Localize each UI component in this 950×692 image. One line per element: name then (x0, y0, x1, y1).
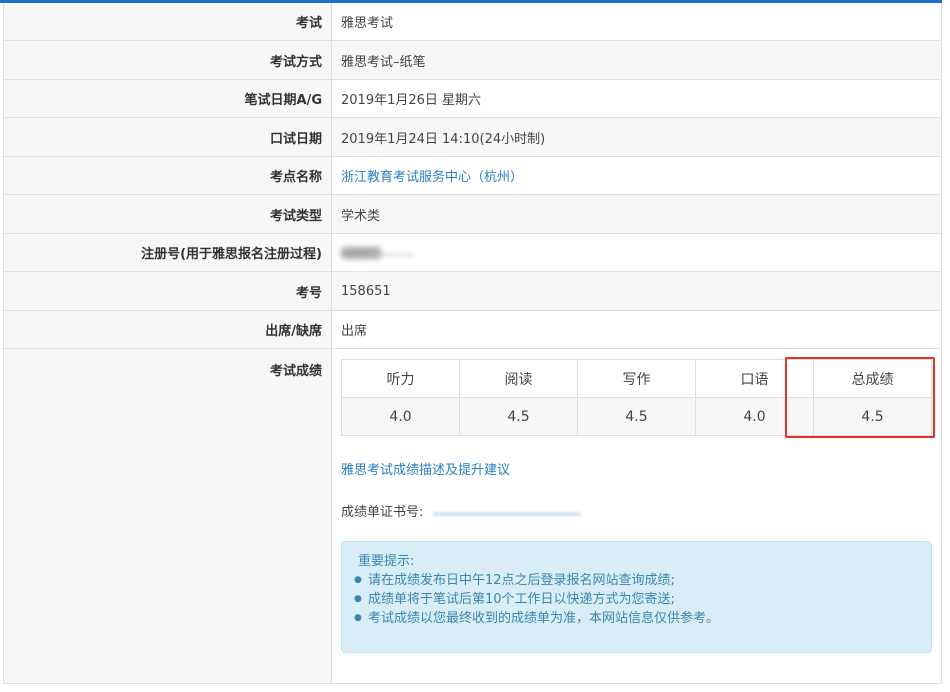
row-exam-scores: 考试成绩 听力 阅读 写作 口语 总成绩 4.0 4.5 4.5 4.0 4.5… (4, 349, 941, 684)
row-label: 考号 (4, 272, 332, 310)
important-notice: 重要提示: 请在成绩发布日中午12点之后登录报名网站查询成绩; 成绩单将于笔试后… (341, 541, 932, 653)
row-exam: 考试 雅思考试 (4, 3, 941, 41)
row-attendance: 出席/缺席 出席 (4, 311, 941, 349)
overall-score-highlight-box (785, 357, 935, 438)
certificate-number: 成绩单证书号: (341, 501, 941, 520)
row-exam-type: 考试类型 学术类 (4, 195, 941, 234)
score-table-wrap: 听力 阅读 写作 口语 总成绩 4.0 4.5 4.5 4.0 4.5 (341, 357, 941, 438)
score-header-reading: 阅读 (459, 359, 578, 398)
score-listening: 4.0 (341, 397, 460, 436)
notice-list: 请在成绩发布日中午12点之后登录报名网站查询成绩; 成绩单将于笔试后第10个工作… (354, 571, 915, 628)
row-registration-number: 注册号(用于雅思报名注册过程) (4, 234, 941, 272)
row-exam-method: 考试方式 雅思考试–纸笔 (4, 41, 941, 80)
row-label: 考点名称 (4, 157, 332, 194)
score-reading: 4.5 (459, 397, 578, 436)
notice-item: 成绩单将于笔试后第10个工作日以快递方式为您寄送; (354, 590, 915, 609)
row-value: 雅思考试–纸笔 (332, 41, 941, 79)
row-value: 雅思考试 (341, 16, 394, 31)
row-label: 考试成绩 (4, 349, 332, 683)
row-label: 注册号(用于雅思报名注册过程) (4, 234, 332, 271)
score-advice-link[interactable]: 雅思考试成绩描述及提升建议 (341, 463, 510, 478)
notice-item: 请在成绩发布日中午12点之后登录报名网站查询成绩; (354, 571, 915, 590)
notice-item: 考试成绩以您最终收到的成绩单为准，本网站信息仅供参考。 (354, 609, 915, 628)
row-test-center: 考点名称 浙江教育考试服务中心（杭州） (4, 157, 941, 195)
notice-title: 重要提示: (358, 554, 415, 569)
row-value: 学术类 (332, 195, 941, 233)
row-speaking-date: 口试日期 2019年1月24日 14:10(24小时制) (4, 118, 941, 157)
row-label: 考试 (4, 3, 332, 40)
score-header-listening: 听力 (341, 359, 460, 398)
score-writing: 4.5 (577, 397, 696, 436)
redacted-certificate-number (433, 511, 582, 516)
row-value: 出席 (341, 324, 368, 339)
row-value: 2019年1月26日 星期六 (341, 93, 482, 108)
redacted-registration-number (341, 245, 413, 261)
row-value: 158651 (332, 272, 941, 310)
row-candidate-number: 考号 158651 (4, 272, 941, 311)
test-center-link[interactable]: 浙江教育考试服务中心（杭州） (341, 166, 523, 185)
row-label: 笔试日期A/G (4, 80, 332, 117)
certificate-number-label: 成绩单证书号: (341, 505, 424, 520)
row-written-date: 笔试日期A/G 2019年1月26日 星期六 (4, 80, 941, 118)
exam-info-table: 考试 雅思考试 考试方式 雅思考试–纸笔 笔试日期A/G 2019年1月26日 … (3, 3, 942, 684)
row-label: 考试方式 (4, 41, 332, 79)
row-label: 考试类型 (4, 195, 332, 233)
row-label: 口试日期 (4, 118, 332, 156)
row-label: 出席/缺席 (4, 311, 332, 348)
row-value: 2019年1月24日 14:10(24小时制) (332, 118, 941, 156)
score-header-writing: 写作 (577, 359, 696, 398)
